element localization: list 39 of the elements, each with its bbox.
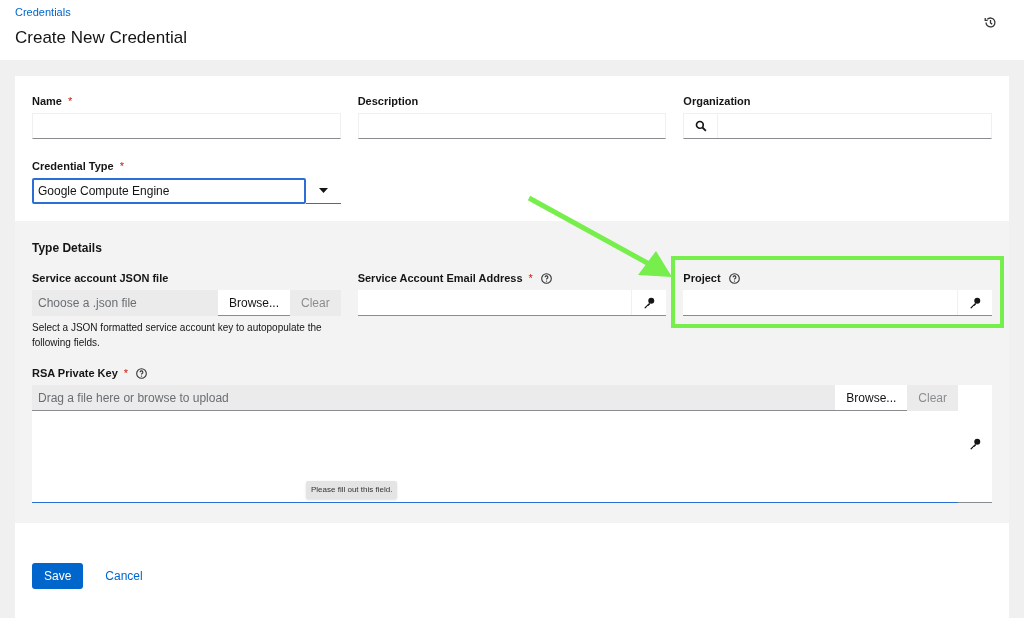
save-button[interactable]: Save (32, 563, 84, 589)
field-label: Name (32, 93, 62, 109)
field-label: Description (357, 93, 419, 109)
required-asterisk: * (67, 93, 73, 109)
credential-type-select[interactable]: Google Compute Engine (32, 178, 306, 204)
text-input[interactable] (357, 113, 667, 139)
browse-button[interactable]: Browse... (217, 290, 290, 316)
required-asterisk: * (119, 158, 124, 174)
text-input[interactable] (32, 113, 341, 139)
key-icon (969, 437, 981, 450)
cancel-button[interactable]: Cancel (95, 567, 153, 585)
helper-text: Select a JSON formatted service account key to autopopulate the following fields. (32, 321, 323, 350)
help-icon[interactable] (136, 367, 148, 379)
field-label: Service account JSON file (32, 270, 169, 286)
help-icon[interactable] (728, 272, 740, 284)
field-label: Service Account Email Address (357, 270, 523, 286)
key-textarea[interactable]: Please fill out this field. (32, 411, 958, 503)
help-icon[interactable] (540, 272, 552, 284)
key-icon (643, 296, 656, 309)
file-drop-field[interactable]: Drag a file here or browse to upload (32, 385, 836, 411)
secret-field[interactable] (357, 290, 667, 316)
search-icon (694, 120, 707, 132)
page-title: Create New Credential (15, 26, 187, 49)
field-label: Organization (683, 93, 751, 109)
secret-field[interactable] (683, 290, 992, 316)
caret-icon (318, 188, 328, 193)
breadcrumb-link[interactable]: Credentials (15, 4, 187, 21)
section-heading: Type Details (32, 240, 103, 257)
field-label: Credential Type (32, 158, 114, 174)
search-field[interactable] (683, 113, 992, 139)
field-label: RSA Private Key (32, 365, 118, 381)
file-input[interactable]: Choose a .json file (32, 290, 218, 316)
required-asterisk: * (528, 270, 533, 286)
key-icon (969, 296, 981, 309)
browse-button[interactable]: Browse... (835, 385, 908, 411)
required-asterisk: * (123, 365, 129, 381)
validation-tooltip: Please fill out this field. (306, 481, 398, 499)
field-label: Project (683, 270, 721, 286)
history-icon[interactable] (984, 16, 997, 29)
